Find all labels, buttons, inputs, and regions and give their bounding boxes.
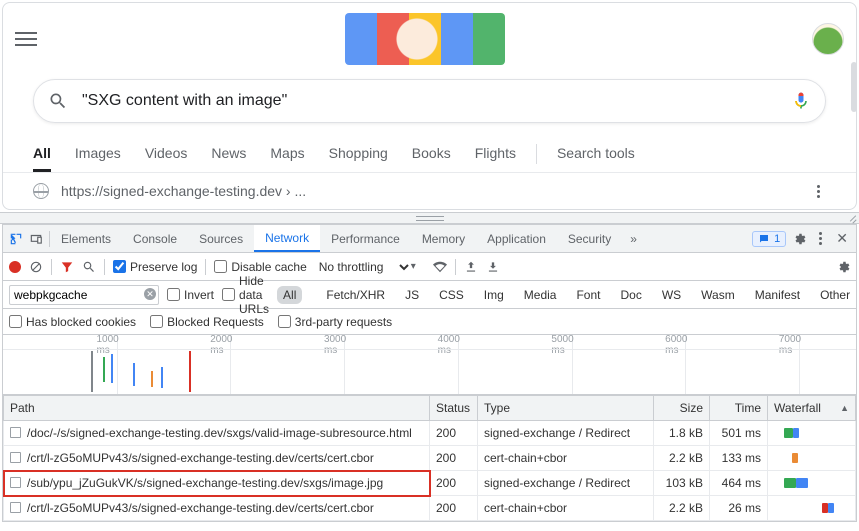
devtools-tabs: Elements Console Sources Network Perform… xyxy=(3,225,856,253)
tab-all[interactable]: All xyxy=(33,135,51,172)
tab-videos[interactable]: Videos xyxy=(145,135,188,172)
panel-application[interactable]: Application xyxy=(476,225,557,252)
search-icon xyxy=(48,91,68,111)
col-status[interactable]: Status xyxy=(430,396,478,421)
panel-security[interactable]: Security xyxy=(557,225,622,252)
has-blocked-cookies-checkbox[interactable]: Has blocked cookies xyxy=(9,315,136,329)
filter-icon[interactable] xyxy=(60,260,74,274)
panel-sources[interactable]: Sources xyxy=(188,225,254,252)
avatar[interactable] xyxy=(812,23,844,55)
search-input[interactable] xyxy=(82,92,777,110)
type-css[interactable]: CSS xyxy=(433,286,470,304)
search-bar[interactable] xyxy=(33,79,826,123)
type-manifest[interactable]: Manifest xyxy=(749,286,806,304)
device-toggle-icon[interactable] xyxy=(29,232,43,246)
type-all[interactable]: All xyxy=(277,286,302,304)
globe-icon xyxy=(33,183,49,199)
third-party-checkbox[interactable]: 3rd-party requests xyxy=(278,315,392,329)
col-path[interactable]: Path xyxy=(4,396,430,421)
type-doc[interactable]: Doc xyxy=(614,286,647,304)
type-wasm[interactable]: Wasm xyxy=(695,286,741,304)
inspect-icon[interactable] xyxy=(9,232,23,246)
network-conditions-icon[interactable] xyxy=(433,260,447,274)
network-table: Path Status Type Size Time Waterfall /do… xyxy=(3,395,856,521)
col-time[interactable]: Time xyxy=(710,396,768,421)
type-js[interactable]: JS xyxy=(399,286,425,304)
search-network-icon[interactable] xyxy=(82,260,96,274)
table-row[interactable]: /crt/l-zG5oMUPv43/s/signed-exchange-test… xyxy=(4,496,856,521)
table-row[interactable]: /sub/ypu_jZuGukVK/s/signed-exchange-test… xyxy=(4,471,856,496)
kebab-icon[interactable] xyxy=(810,185,826,198)
disable-cache-checkbox[interactable]: Disable cache xyxy=(214,260,306,274)
hide-data-urls-checkbox[interactable]: Hide data URLs xyxy=(222,274,269,316)
issues-badge[interactable]: 1 xyxy=(752,231,786,247)
clear-button[interactable] xyxy=(29,260,43,274)
type-media[interactable]: Media xyxy=(518,286,563,304)
tab-maps[interactable]: Maps xyxy=(270,135,304,172)
type-img[interactable]: Img xyxy=(478,286,510,304)
download-har-icon[interactable] xyxy=(486,260,500,274)
type-fetchxhr[interactable]: Fetch/XHR xyxy=(320,286,391,304)
tab-shopping[interactable]: Shopping xyxy=(329,135,388,172)
clear-filter-icon[interactable]: ✕ xyxy=(144,288,156,300)
devtools-menu-icon[interactable] xyxy=(812,232,828,245)
page-scrollbar[interactable] xyxy=(851,62,857,112)
tab-images[interactable]: Images xyxy=(75,135,121,172)
type-font[interactable]: Font xyxy=(570,286,606,304)
tab-news[interactable]: News xyxy=(211,135,246,172)
tab-flights[interactable]: Flights xyxy=(475,135,516,172)
invert-checkbox[interactable]: Invert xyxy=(167,288,214,302)
settings-icon[interactable] xyxy=(792,232,806,246)
network-overview[interactable]: 1000 ms2000 ms3000 ms4000 ms5000 ms6000 … xyxy=(3,335,856,395)
col-type[interactable]: Type xyxy=(478,396,654,421)
tab-books[interactable]: Books xyxy=(412,135,451,172)
col-waterfall[interactable]: Waterfall xyxy=(768,396,856,421)
table-row[interactable]: /doc/-/s/signed-exchange-testing.dev/sxg… xyxy=(4,421,856,446)
more-panels-icon[interactable]: » xyxy=(622,232,645,246)
blocked-requests-checkbox[interactable]: Blocked Requests xyxy=(150,315,264,329)
type-other[interactable]: Other xyxy=(814,286,856,304)
panel-performance[interactable]: Performance xyxy=(320,225,411,252)
panel-memory[interactable]: Memory xyxy=(411,225,476,252)
upload-har-icon[interactable] xyxy=(464,260,478,274)
network-settings-icon[interactable] xyxy=(836,260,850,274)
col-size[interactable]: Size xyxy=(654,396,710,421)
record-button[interactable] xyxy=(9,261,21,273)
pane-splitter[interactable] xyxy=(0,212,859,224)
throttling-select[interactable]: No throttling▾ xyxy=(315,259,413,275)
preserve-log-checkbox[interactable]: Preserve log xyxy=(113,260,197,274)
logo-doodle xyxy=(37,13,812,65)
network-filter-input[interactable] xyxy=(9,285,159,305)
close-devtools-icon[interactable]: ✕ xyxy=(834,230,850,247)
panel-elements[interactable]: Elements xyxy=(50,225,122,252)
panel-network[interactable]: Network xyxy=(254,225,320,252)
type-ws[interactable]: WS xyxy=(656,286,687,304)
result-url[interactable]: https://signed-exchange-testing.dev › ..… xyxy=(61,183,306,199)
issues-icon xyxy=(758,233,770,245)
search-tools[interactable]: Search tools xyxy=(557,135,635,172)
search-tabs: All Images Videos News Maps Shopping Boo… xyxy=(3,135,856,173)
table-row[interactable]: /crt/l-zG5oMUPv43/s/signed-exchange-test… xyxy=(4,446,856,471)
panel-console[interactable]: Console xyxy=(122,225,188,252)
menu-icon[interactable] xyxy=(15,28,37,50)
mic-icon[interactable] xyxy=(791,91,811,111)
